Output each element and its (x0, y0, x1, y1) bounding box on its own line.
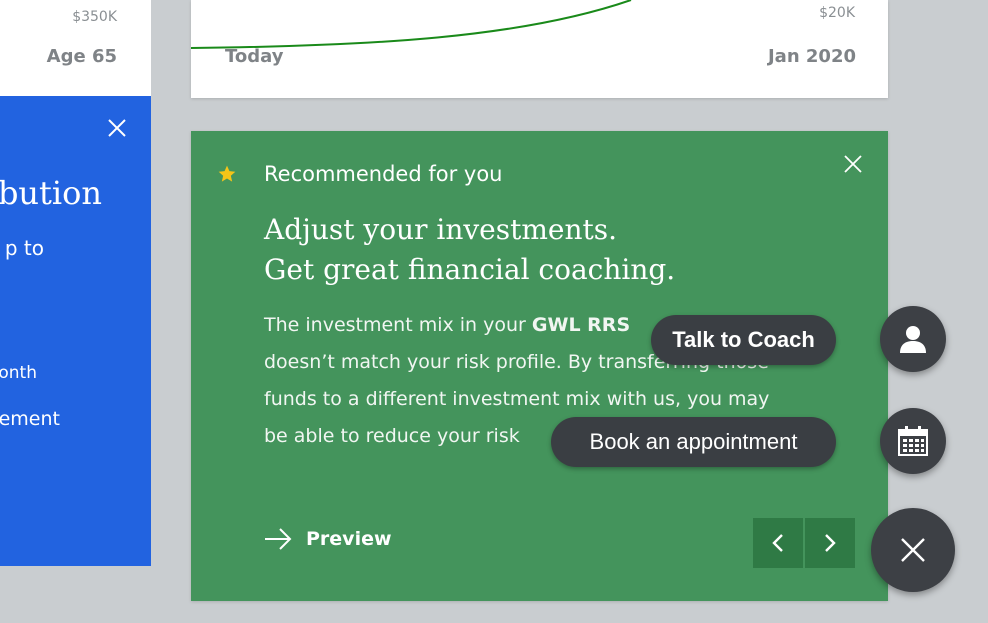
account-name: GWL RRS (531, 314, 631, 336)
star-icon (218, 165, 236, 182)
panel-text: p to (4, 236, 44, 260)
panel-text: ement (0, 408, 60, 430)
close-icon[interactable] (107, 118, 127, 138)
age-label: Age 65 (46, 46, 117, 67)
chevron-right-icon (825, 534, 836, 552)
x-axis-end-label: Jan 2020 (767, 46, 856, 67)
x-axis-start-label: Today (225, 46, 284, 67)
contribution-panel: bution p to onth ement (0, 96, 151, 566)
chevron-left-icon (772, 534, 783, 552)
growth-line (191, 0, 632, 49)
retirement-summary-card: $350K Age 65 (0, 0, 151, 96)
panel-text: onth (0, 363, 37, 383)
preview-label: Preview (306, 528, 392, 550)
preview-link[interactable]: Preview (264, 528, 392, 550)
panel-title: bution (0, 174, 102, 212)
projection-amount: $350K (72, 9, 117, 25)
growth-chart-card: $20K Today Jan 2020 (191, 0, 888, 98)
book-appointment-fab[interactable] (880, 408, 946, 474)
previous-button[interactable] (753, 518, 803, 568)
recommendation-label: Recommended for you (264, 162, 503, 186)
close-speed-dial-fab[interactable] (871, 508, 955, 592)
person-icon (900, 326, 926, 353)
recommendation-pager (753, 518, 855, 568)
y-axis-label: $20K (819, 5, 855, 21)
book-appointment-button[interactable]: Book an appointment (551, 417, 836, 467)
next-button[interactable] (805, 518, 855, 568)
recommendation-card: Recommended for you Adjust your investme… (191, 131, 888, 601)
headline-line: Get great financial coaching. (264, 253, 676, 286)
recommendation-headline: Adjust your investments. Get great finan… (264, 210, 675, 290)
body-text: The investment mix in your (264, 314, 532, 336)
close-icon (901, 538, 925, 562)
arrow-right-icon (265, 528, 292, 550)
talk-to-coach-button[interactable]: Talk to Coach (651, 315, 836, 365)
close-icon[interactable] (843, 154, 863, 174)
talk-to-coach-fab[interactable] (880, 306, 946, 372)
body-line: funds to a different investment mix with… (264, 388, 770, 410)
calendar-icon (898, 426, 928, 456)
headline-line: Adjust your investments. (264, 213, 618, 246)
